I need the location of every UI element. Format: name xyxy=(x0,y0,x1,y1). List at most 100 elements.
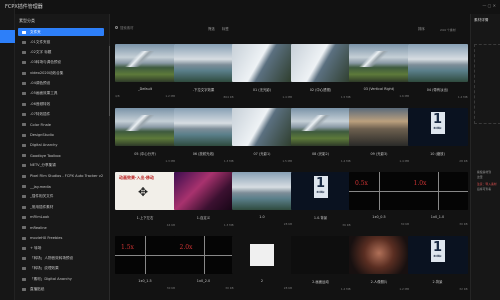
asset-card[interactable]: 04 (带有淡出) 1.4 MB xyxy=(407,44,468,99)
asset-thumbnail[interactable] xyxy=(232,236,292,274)
asset-card[interactable]: 1 素材图标 10 (缩放) 28 KB xyxy=(407,108,468,163)
asset-thumbnail[interactable] xyxy=(290,236,351,274)
asset-meta: 1.4 MB xyxy=(232,95,292,99)
move-arrows-icon: ✥ xyxy=(138,185,149,199)
category-item[interactable]: 「素材」Digital Anarchy xyxy=(18,275,104,283)
category-item[interactable]: DesignStudio xyxy=(18,131,104,139)
asset-card[interactable]: 05 (中心分开) 1.3 MB xyxy=(115,108,175,163)
asset-card[interactable]: 1.5x 1x0_1.5 30 KB xyxy=(115,236,175,290)
category-item[interactable]: 文件夹 xyxy=(18,28,104,36)
asset-thumbnail[interactable] xyxy=(232,108,292,146)
asset-grid: _Default 4/8 1.2 MB -下拉文字效果 864 KB 01 (无光影) 1.… xyxy=(112,44,468,300)
number-digit: 1 xyxy=(432,240,443,255)
asset-thumbnail[interactable] xyxy=(232,44,292,82)
folder-icon xyxy=(22,61,26,65)
category-item[interactable]: 直播贴纸 xyxy=(18,286,104,294)
asset-card[interactable]: 1 素材图标 1.0.背景 36 KB xyxy=(290,172,351,227)
asset-card[interactable]: 02 (中心透视) 1.5 MB xyxy=(290,44,351,99)
drop-zone[interactable] xyxy=(474,44,500,124)
category-item[interactable]: NETV_分享集锦 xyxy=(18,162,104,170)
sort-button[interactable]: 排序 xyxy=(418,26,425,31)
asset-thumbnail[interactable] xyxy=(173,172,234,210)
asset-thumbnail[interactable] xyxy=(349,108,409,146)
category-item[interactable]: -07特效插件 xyxy=(18,110,104,118)
asset-thumbnail[interactable] xyxy=(290,44,351,82)
folder-icon xyxy=(22,82,26,85)
category-item[interactable]: Color Finale xyxy=(18,121,104,129)
filter-button[interactable]: 筛选 xyxy=(208,26,215,31)
asset-card[interactable]: 2.人像照片 1.2 MB xyxy=(349,236,409,291)
folder-icon xyxy=(22,133,26,137)
asset-meta: 30 KB xyxy=(408,222,467,226)
search-input[interactable] xyxy=(120,25,200,30)
asset-card[interactable]: 07 (光影1) 1.5 MB xyxy=(232,108,292,163)
category-heading: 素型分类 xyxy=(19,18,35,23)
asset-thumbnail[interactable] xyxy=(290,108,351,146)
folder-icon xyxy=(22,205,26,209)
window-controls[interactable]: — ▢ ✕ xyxy=(482,3,496,8)
asset-meta: 1.5 MB xyxy=(232,159,292,163)
asset-thumbnail[interactable] xyxy=(349,44,409,82)
category-item[interactable]: -01文件夹链 xyxy=(18,38,104,46)
asset-card[interactable]: 1 素材图标 2.背景 32 KB xyxy=(407,236,468,291)
asset-card[interactable]: 01 (无光影) 1.4 MB xyxy=(232,44,292,99)
asset-name: 10 (缩放) xyxy=(430,152,445,156)
asset-thumbnail[interactable]: 动画效果·入出·移动 ✥ xyxy=(115,172,175,210)
asset-meta: 4/8 1.2 MB xyxy=(115,94,175,98)
asset-thumbnail[interactable]: 1.5x xyxy=(115,236,175,274)
asset-card[interactable]: 2.0x 1x0_2.0 30 KB xyxy=(173,236,234,290)
asset-thumbnail[interactable]: 1 素材图标 xyxy=(290,172,351,210)
category-item[interactable]: Goodbye Toolbox xyxy=(18,152,104,160)
asset-thumbnail[interactable]: 1 素材图标 xyxy=(407,236,468,274)
asset-card[interactable]: 动画效果·入出·移动 ✥ 1.上下左右 44 KB xyxy=(115,172,175,227)
category-item[interactable]: -05画面效果工具 xyxy=(18,90,104,98)
asset-card[interactable]: 1.0 28 KB xyxy=(232,172,292,226)
asset-thumbnail[interactable] xyxy=(232,172,292,210)
asset-thumbnail[interactable] xyxy=(173,108,234,146)
asset-thumbnail[interactable]: 0.5x xyxy=(349,172,409,210)
category-item[interactable]: Digital Anarchy xyxy=(18,141,104,149)
asset-card[interactable]: 03 (Vertical Right) 1.6 MB xyxy=(349,44,409,98)
asset-card[interactable]: 1.自定义 1.3 MB xyxy=(173,172,234,227)
category-item[interactable]: 「转场」纹理效果 xyxy=(18,265,104,273)
asset-card[interactable]: -下拉文字效果 864 KB xyxy=(173,44,234,99)
asset-thumbnail[interactable]: 1 素材图标 xyxy=(407,108,468,146)
asset-thumbnail[interactable] xyxy=(349,236,409,274)
asset-card[interactable]: 08 (光影2) 1.4 MB xyxy=(290,108,351,163)
category-item[interactable]: mFilmLook xyxy=(18,213,104,221)
category-item[interactable]: + 转场 xyxy=(18,244,104,252)
asset-name: 1.0.背景 xyxy=(313,216,328,220)
asset-thumbnail[interactable]: 2.0x xyxy=(173,236,234,274)
category-item[interactable]: _插件相关文件 xyxy=(18,193,104,201)
tag-button[interactable]: 标签 xyxy=(222,26,229,31)
asset-card[interactable]: 09 (光影3) 1.4 MB xyxy=(349,108,409,163)
category-item[interactable]: -04调色预设 xyxy=(18,80,104,88)
asset-thumbnail[interactable] xyxy=(115,44,175,82)
category-item[interactable]: movieHX Freebies xyxy=(18,234,104,242)
asset-card[interactable]: 06 (放射光线) 1.3 MB xyxy=(173,108,234,163)
category-item[interactable]: -03转场与调色预设 xyxy=(18,59,104,67)
category-item[interactable]: video2020动效合集 xyxy=(18,69,104,77)
asset-card[interactable]: 2.画面运动 1.4 MB xyxy=(290,236,351,291)
asset-card[interactable]: 2 28 KB xyxy=(232,236,292,290)
asset-thumbnail[interactable] xyxy=(115,108,175,146)
category-item[interactable]: __Jay.media xyxy=(18,183,104,191)
asset-thumbnail[interactable]: 1.0x xyxy=(407,172,468,210)
category-item[interactable]: Pixel Film Studios - FCPX Auto Tracker v… xyxy=(18,172,104,180)
rail-selected-item[interactable] xyxy=(0,30,15,43)
search-box[interactable] xyxy=(115,24,205,31)
category-item[interactable]: 「转场」人物音效转场预设 xyxy=(18,255,104,263)
asset-thumbnail[interactable] xyxy=(407,44,468,82)
asset-card[interactable]: _Default 4/8 1.2 MB xyxy=(115,44,175,98)
number-digit: 1 xyxy=(432,112,443,127)
asset-card[interactable]: 1.0x 1x0_1.0 30 KB xyxy=(407,172,468,226)
asset-thumbnail[interactable] xyxy=(173,44,234,82)
asset-name: 1.上下左右 xyxy=(136,216,154,220)
category-item[interactable]: -06音频特效 xyxy=(18,100,104,108)
number-tile: 1 素材图标 xyxy=(430,112,445,134)
category-item[interactable]: _常用插件素材 xyxy=(18,203,104,211)
category-item[interactable]: -02文字 标题 xyxy=(18,49,104,57)
category-item[interactable]: mRealine xyxy=(18,224,104,232)
asset-card[interactable]: 0.5x 1x0_0.5 30 KB xyxy=(349,172,409,226)
category-scroll-thumb[interactable] xyxy=(109,46,110,116)
